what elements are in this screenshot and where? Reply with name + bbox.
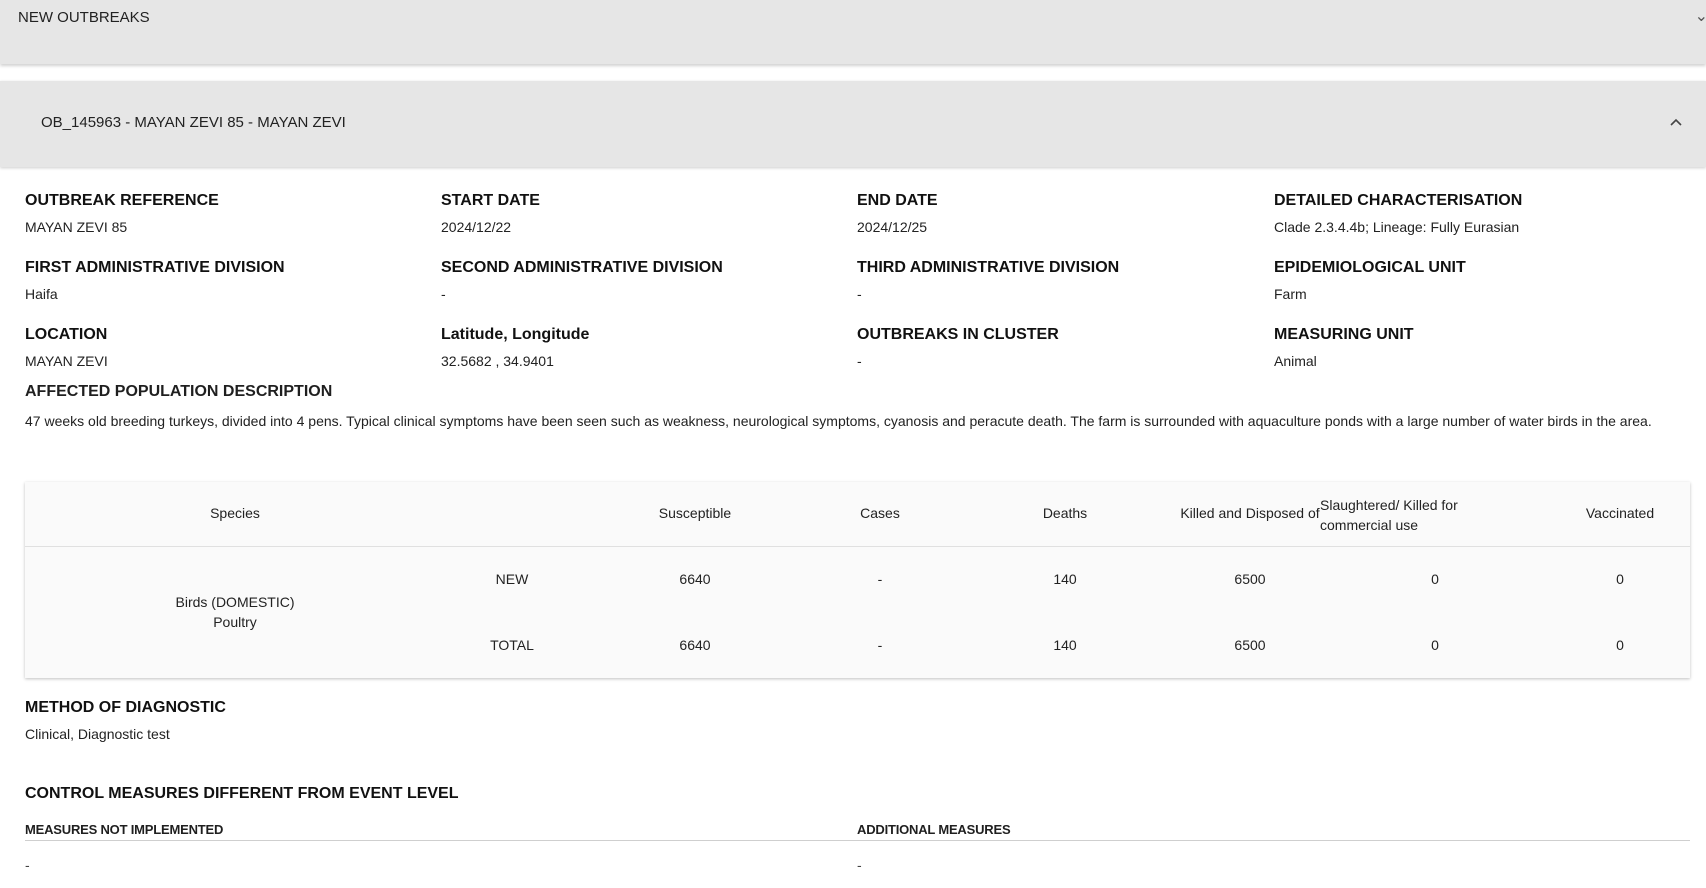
outbreak-reference-value: MAYAN ZEVI 85 xyxy=(25,219,128,235)
species-line-1: Birds (DOMESTIC) xyxy=(175,594,295,610)
th-slaughtered: Slaughtered/ Killed for commercial use xyxy=(1320,497,1458,533)
third-admin-division-label: THIRD ADMINISTRATIVE DIVISION xyxy=(857,259,1120,276)
new-outbreaks-panel[interactable]: NEW OUTBREAKS ⌄ xyxy=(0,0,1706,64)
field-start-date: START DATE 2024/12/22 xyxy=(441,192,540,235)
th-vaccinated: Vaccinated xyxy=(1585,505,1655,521)
end-date-label: END DATE xyxy=(857,192,938,209)
field-outbreak-reference: OUTBREAK REFERENCE MAYAN ZEVI 85 xyxy=(25,192,219,235)
start-date-label: START DATE xyxy=(441,192,540,209)
species-line-2: Poultry xyxy=(213,614,257,630)
row-kind: NEW xyxy=(495,571,529,587)
divider xyxy=(857,840,1690,841)
field-second-admin-division: SECOND ADMINISTRATIVE DIVISION - xyxy=(441,259,723,302)
table-header-row: Species Susceptible Cases Deaths Killed … xyxy=(25,482,1690,547)
new-outbreaks-title: NEW OUTBREAKS xyxy=(18,9,150,26)
second-admin-division-value: - xyxy=(441,286,446,302)
epidemiological-unit-label: EPIDEMIOLOGICAL UNIT xyxy=(1274,259,1466,276)
affected-population-label: AFFECTED POPULATION DESCRIPTION xyxy=(25,383,333,400)
species-table: Species Susceptible Cases Deaths Killed … xyxy=(25,482,1690,678)
first-admin-division-value: Haifa xyxy=(25,286,58,302)
additional-measures-value: - xyxy=(857,857,862,873)
field-first-admin-division: FIRST ADMINISTRATIVE DIVISION Haifa xyxy=(25,259,285,302)
method-of-diagnostic-value: Clinical, Diagnostic test xyxy=(25,726,170,742)
row-vaccinated: 0 xyxy=(1616,637,1624,653)
lat-long-value: 32.5682 , 34.9401 xyxy=(441,353,554,369)
method-of-diagnostic-label: METHOD OF DIAGNOSTIC xyxy=(25,699,226,716)
lat-long-label: Latitude, Longitude xyxy=(441,326,590,343)
end-date-value: 2024/12/25 xyxy=(857,219,928,235)
epidemiological-unit-value: Farm xyxy=(1274,286,1307,302)
outbreaks-in-cluster-label: OUTBREAKS IN CLUSTER xyxy=(857,326,1059,343)
measuring-unit-value: Animal xyxy=(1274,353,1317,369)
th-species: Species xyxy=(210,505,260,521)
location-value: MAYAN ZEVI xyxy=(25,353,108,369)
field-location: LOCATION MAYAN ZEVI xyxy=(25,326,108,369)
additional-measures-label: ADDITIONAL MEASURES xyxy=(857,822,1011,837)
control-measures-label: CONTROL MEASURES DIFFERENT FROM EVENT LE… xyxy=(25,785,459,802)
measures-not-implemented-label: MEASURES NOT IMPLEMENTED xyxy=(25,822,224,837)
detailed-characterisation-label: DETAILED CHARACTERISATION xyxy=(1274,192,1523,209)
start-date-value: 2024/12/22 xyxy=(441,219,512,235)
field-detailed-characterisation: DETAILED CHARACTERISATION Clade 2.3.4.4b… xyxy=(1274,192,1522,235)
field-epidemiological-unit: EPIDEMIOLOGICAL UNIT Farm xyxy=(1274,259,1466,302)
row-kind: TOTAL xyxy=(490,637,534,653)
measuring-unit-label: MEASURING UNIT xyxy=(1274,326,1414,343)
row-vaccinated: 0 xyxy=(1616,571,1624,587)
detailed-characterisation-value: Clade 2.3.4.4b; Lineage: Fully Eurasian xyxy=(1274,219,1520,235)
chevron-up-icon[interactable] xyxy=(1668,115,1684,131)
divider xyxy=(25,840,857,841)
field-outbreaks-in-cluster: OUTBREAKS IN CLUSTER - xyxy=(857,326,1059,369)
field-third-admin-division: THIRD ADMINISTRATIVE DIVISION - xyxy=(857,259,1119,302)
outbreak-reference-label: OUTBREAK REFERENCE xyxy=(25,192,219,209)
second-admin-division-label: SECOND ADMINISTRATIVE DIVISION xyxy=(441,259,723,276)
outbreak-header[interactable]: OB_145963 - MAYAN ZEVI 85 - MAYAN ZEVI xyxy=(0,81,1706,167)
measures-not-implemented-value: - xyxy=(25,857,30,873)
field-end-date: END DATE 2024/12/25 xyxy=(857,192,938,235)
outbreak-title: OB_145963 - MAYAN ZEVI 85 - MAYAN ZEVI xyxy=(41,114,346,131)
affected-population-text: 47 weeks old breeding turkeys, divided i… xyxy=(25,413,1652,429)
species-cell: Birds (DOMESTIC) Poultry xyxy=(85,592,385,632)
chevron-icon[interactable]: ⌄ xyxy=(1695,6,1706,26)
location-label: LOCATION xyxy=(25,326,108,343)
outbreaks-in-cluster-value: - xyxy=(857,353,862,369)
third-admin-division-value: - xyxy=(857,286,862,302)
first-admin-division-label: FIRST ADMINISTRATIVE DIVISION xyxy=(25,259,285,276)
field-method-of-diagnostic: METHOD OF DIAGNOSTIC Clinical, Diagnosti… xyxy=(25,699,226,742)
field-lat-long: Latitude, Longitude 32.5682 , 34.9401 xyxy=(441,326,589,369)
field-measuring-unit: MEASURING UNIT Animal xyxy=(1274,326,1414,369)
